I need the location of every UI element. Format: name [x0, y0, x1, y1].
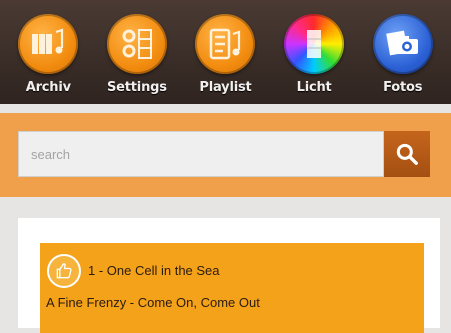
nav-licht-label: Licht — [296, 80, 332, 95]
track-artist: A Fine Frenzy - Come On, Come Out — [46, 295, 260, 310]
camera-icon — [372, 14, 433, 74]
search-box — [18, 131, 384, 177]
playlist-icon — [195, 14, 256, 74]
nav-licht-button[interactable]: Licht — [271, 0, 357, 95]
nav-settings-label: Settings — [107, 80, 167, 95]
search-input[interactable] — [19, 131, 383, 177]
search-icon — [396, 143, 418, 165]
nav-settings-button[interactable]: Settings — [94, 0, 180, 95]
settings-icon — [106, 14, 167, 74]
like-button[interactable] — [47, 254, 81, 288]
light-icon — [284, 14, 345, 74]
track-title: 1 - One Cell in the Sea — [88, 263, 220, 278]
search-button[interactable] — [384, 131, 430, 177]
nav-playlist-button[interactable]: Playlist — [182, 0, 268, 95]
thumbs-up-icon — [56, 263, 72, 279]
nav-fotos-label: Fotos — [383, 80, 423, 95]
search-bar-area — [0, 113, 451, 197]
nav-archiv-button[interactable]: Archiv — [5, 0, 91, 95]
nav-fotos-button[interactable]: Fotos — [360, 0, 446, 95]
top-nav-bar: Archiv Settings Playlist Licht Fotos — [0, 0, 451, 104]
archive-icon — [18, 14, 79, 74]
playlist-panel: 1 - One Cell in the Sea A Fine Frenzy - … — [18, 218, 440, 333]
list-item[interactable]: 1 - One Cell in the Sea A Fine Frenzy - … — [40, 243, 424, 333]
nav-playlist-label: Playlist — [199, 80, 252, 95]
nav-archiv-label: Archiv — [25, 80, 71, 95]
